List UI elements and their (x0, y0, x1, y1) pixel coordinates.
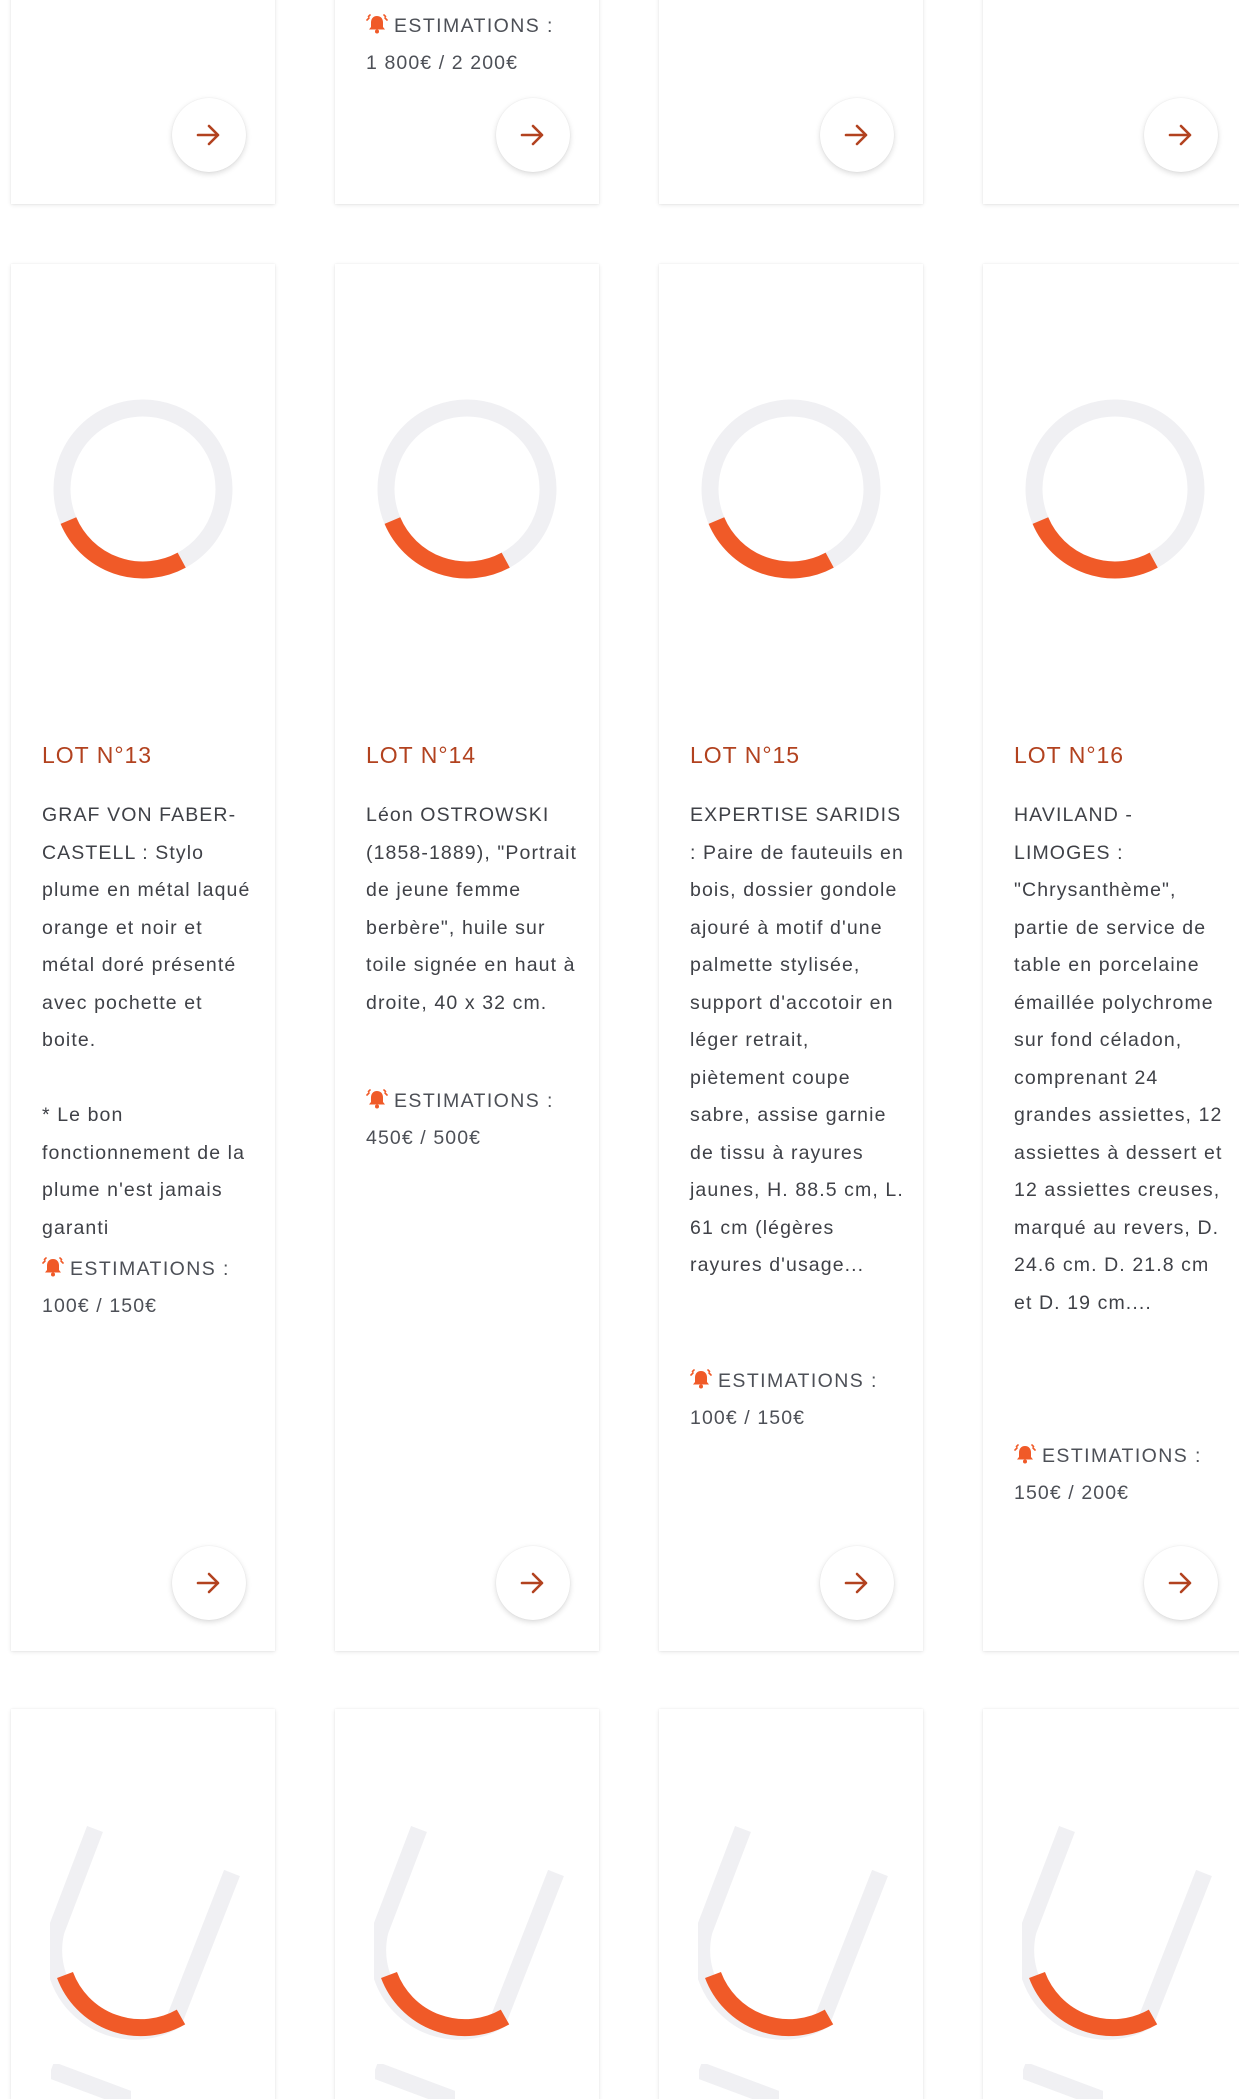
estimation-value: 100€ / 150€ (690, 1407, 806, 1429)
view-lot-button[interactable] (172, 98, 246, 172)
view-lot-button[interactable] (172, 1546, 246, 1620)
estimation-label: ESTIMATIONS : (70, 1258, 230, 1280)
arrow-right-icon (196, 124, 220, 146)
lot-title: LOT N°15 (690, 742, 801, 768)
lot-card: ESTIMATIONS : 1 800€ / 2 200€ (335, 0, 599, 204)
view-lot-button[interactable] (820, 1546, 894, 1620)
lot-card-loading (11, 1709, 275, 2099)
estimation: ESTIMATIONS : 1 800€ / 2 200€ (366, 7, 596, 82)
estimation: ESTIMATIONS : 450€ / 500€ (366, 1082, 596, 1157)
loading-ring-icon (53, 399, 233, 579)
estimation: ESTIMATIONS : 150€ / 200€ (1014, 1437, 1239, 1512)
estimation: ESTIMATIONS : 100€ / 150€ (42, 1250, 272, 1325)
bell-alarm-icon (1014, 1443, 1036, 1470)
lot-description: EXPERTISE SARIDIS : Paire de fauteuils e… (690, 804, 904, 1276)
lot-card (659, 0, 923, 204)
arrow-right-icon (1168, 1572, 1192, 1594)
lot-card (983, 0, 1239, 204)
lot-card-15[interactable]: LOT N°15 EXPERTISE SARIDIS : Paire de fa… (659, 264, 923, 1651)
lot-card-loading (983, 1709, 1239, 2099)
view-lot-button[interactable] (496, 1546, 570, 1620)
arrow-right-icon (520, 124, 544, 146)
lot-title: LOT N°13 (42, 742, 153, 768)
loading-ring-icon (50, 1825, 240, 2040)
loading-ring-icon (698, 1825, 888, 2040)
estimation-value: 1 800€ / 2 200€ (366, 52, 519, 74)
lot-card-loading (659, 1709, 923, 2099)
bell-alarm-icon (42, 1256, 64, 1283)
arrow-right-icon (520, 1572, 544, 1594)
estimation-label: ESTIMATIONS : (1042, 1445, 1202, 1467)
lot-description: GRAF VON FABER-CASTELL : Stylo plume en … (42, 804, 251, 1239)
arrow-right-icon (844, 1572, 868, 1594)
arrow-right-icon (196, 1572, 220, 1594)
lot-card-13[interactable]: LOT N°13 GRAF VON FABER-CASTELL : Stylo … (11, 264, 275, 1651)
auction-lots-grid: ESTIMATIONS : 1 800€ / 2 200€ LOT N°13 G… (0, 0, 1239, 2099)
estimation-label: ESTIMATIONS : (718, 1370, 878, 1392)
view-lot-button[interactable] (496, 98, 570, 172)
lot-card-14[interactable]: LOT N°14 Léon OSTROWSKI (1858-1889), "Po… (335, 264, 599, 1651)
loading-ring-icon (377, 399, 557, 579)
view-lot-button[interactable] (1144, 1546, 1218, 1620)
loading-stroke-icon (51, 2064, 131, 2099)
bell-alarm-icon (366, 13, 388, 40)
lot-card-loading (335, 1709, 599, 2099)
estimation-label: ESTIMATIONS : (394, 15, 554, 37)
lot-description: HAVILAND - LIMOGES : "Chrysanthème", par… (1014, 804, 1223, 1314)
loading-ring-icon (1022, 1825, 1212, 2040)
estimation: ESTIMATIONS : 100€ / 150€ (690, 1362, 920, 1437)
loading-stroke-icon (699, 2064, 779, 2099)
bell-alarm-icon (690, 1368, 712, 1395)
loading-ring-icon (374, 1825, 564, 2040)
lot-title: LOT N°16 (1014, 742, 1125, 768)
lot-card-16[interactable]: LOT N°16 HAVILAND - LIMOGES : "Chrysanth… (983, 264, 1239, 1651)
view-lot-button[interactable] (820, 98, 894, 172)
lot-description: Léon OSTROWSKI (1858-1889), "Portrait de… (366, 804, 578, 1014)
arrow-right-icon (844, 124, 868, 146)
loading-ring-icon (1025, 399, 1205, 579)
view-lot-button[interactable] (1144, 98, 1218, 172)
estimation-value: 150€ / 200€ (1014, 1482, 1130, 1504)
lot-card (11, 0, 275, 204)
lot-title: LOT N°14 (366, 742, 477, 768)
loading-ring-icon (701, 399, 881, 579)
loading-stroke-icon (375, 2064, 455, 2099)
arrow-right-icon (1168, 124, 1192, 146)
bell-alarm-icon (366, 1088, 388, 1115)
estimation-label: ESTIMATIONS : (394, 1090, 554, 1112)
loading-stroke-icon (1023, 2064, 1103, 2099)
estimation-value: 100€ / 150€ (42, 1295, 158, 1317)
estimation-value: 450€ / 500€ (366, 1127, 482, 1149)
